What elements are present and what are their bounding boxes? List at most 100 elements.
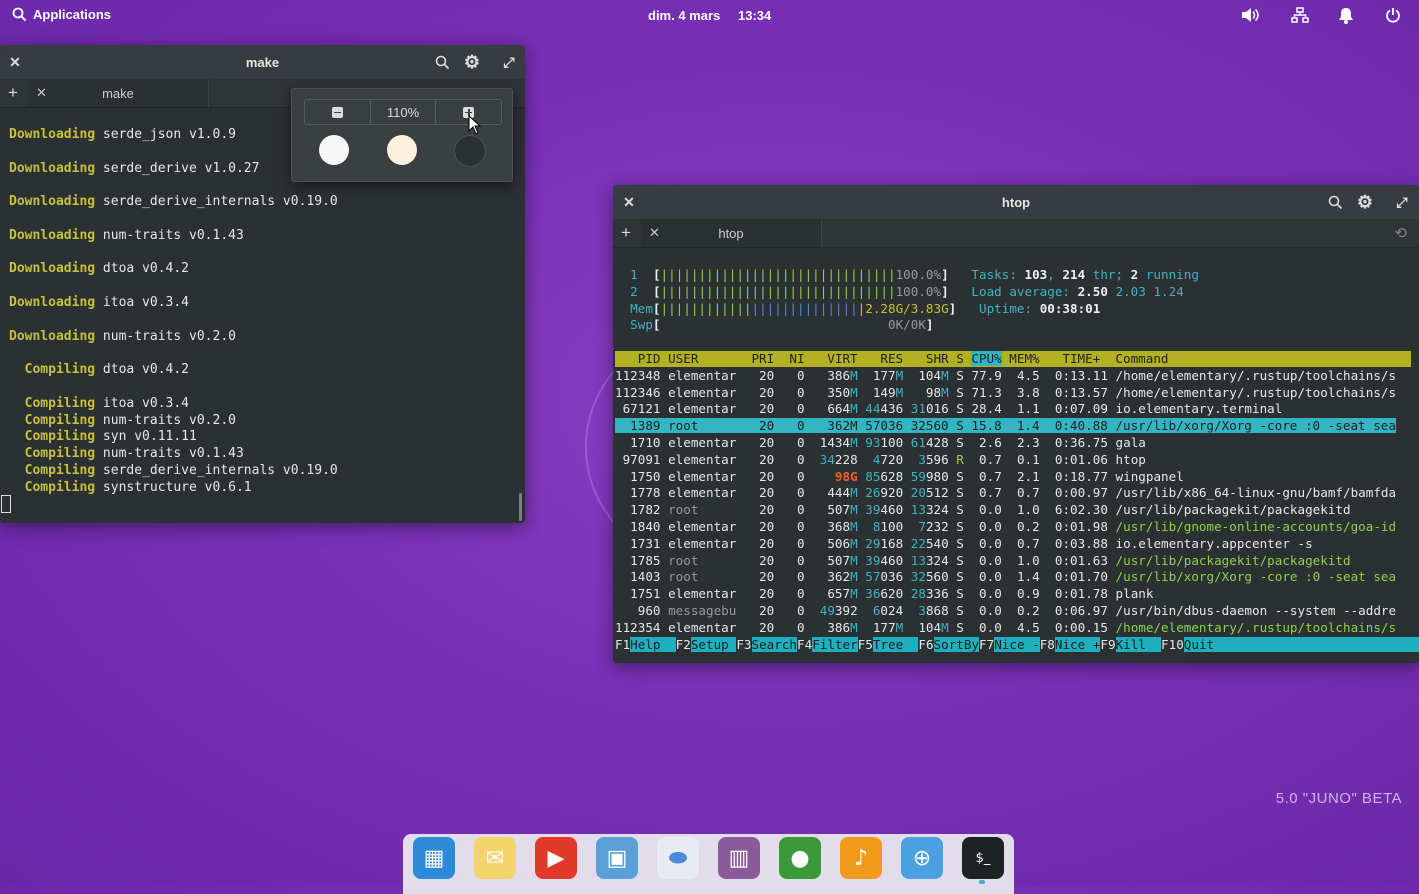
terminal-cursor	[1, 495, 11, 513]
cargo-crate-name: dtoa v0.4.2	[95, 261, 190, 277]
network-icon[interactable]	[1290, 6, 1310, 24]
tab-htop[interactable]: ✕ htop	[641, 219, 822, 247]
terminal-line: Downloading dtoa v0.4.2	[9, 261, 338, 278]
music-icon[interactable]: ♪	[840, 837, 882, 879]
cargo-status-keyword: Compiling	[9, 362, 96, 378]
terminal-line: Compiling num-traits v0.2.0	[9, 413, 338, 430]
make-titlebar: ✕ make ⚙ ⤢	[0, 45, 525, 79]
mouse-pointer-icon	[468, 115, 482, 135]
cargo-crate-name: itoa v0.3.4	[95, 294, 190, 310]
process-row: 1785 root 20 0 507M 39460 13324 S 0.0 1.…	[615, 552, 1351, 568]
process-row: 67121 elementar 20 0 664M 44436 31016 S …	[615, 401, 1283, 417]
cpu1-meter: 1 [|||||||||||||||||||||||||||||||100.0%…	[630, 267, 1199, 282]
photos-icon[interactable]: ▣	[596, 837, 638, 879]
cargo-status-keyword: Downloading	[9, 328, 96, 344]
cargo-status-keyword: Downloading	[9, 294, 96, 310]
terminal-line: Compiling num-traits v0.1.43	[9, 446, 338, 463]
terminal-output[interactable]: Downloading serde_json v1.0.9 Downloading…	[9, 127, 338, 497]
search-icon[interactable]	[1326, 193, 1344, 211]
process-row: 112346 elementar 20 0 350M 149M 98M S 71…	[615, 384, 1397, 400]
window-title: htop	[1001, 195, 1031, 210]
theme-sepia-swatch[interactable]	[387, 135, 417, 165]
new-tab-icon[interactable]: +	[621, 223, 631, 243]
terminal-line: Downloading serde_json v1.0.9	[9, 127, 338, 144]
web-browser-icon[interactable]: ●	[779, 837, 821, 879]
terminal-line: Compiling synstructure v0.6.1	[9, 480, 338, 497]
process-row: 960 messagebu 20 0 49392 6024 3868 S 0.0…	[615, 602, 1397, 618]
cargo-crate-name: serde_derive v1.0.27	[95, 160, 260, 176]
cargo-crate-name: num-traits v0.2.0	[95, 328, 236, 344]
process-row: 1778 elementar 20 0 444M 26920 20512 S 0…	[615, 485, 1397, 501]
maximize-icon[interactable]: ⤢	[1393, 193, 1411, 211]
videos-icon[interactable]: ▶	[535, 837, 577, 879]
appcenter-icon[interactable]: ▥	[718, 837, 760, 879]
htop-column-headers: PID USER PRI NI VIRT RES SHR S CPU% MEM%…	[615, 350, 1169, 366]
applications-menu[interactable]: Applications	[12, 7, 111, 22]
process-row: 1710 elementar 20 0 1434M 93100 61428 S …	[615, 434, 1146, 450]
htop-function-key-bar: F1Help F2Setup F3SearchF4FilterF5Tree F6…	[615, 636, 1419, 654]
installer-icon[interactable]: ⊕	[901, 837, 943, 879]
htop-titlebar: ✕ htop ⚙ ⤢	[613, 185, 1419, 219]
process-row: 1731 elementar 20 0 506M 29168 22540 S 0…	[615, 535, 1313, 551]
applications-label: Applications	[33, 7, 112, 22]
terminal-line: Compiling dtoa v0.4.2	[9, 362, 338, 379]
cargo-status-keyword: Compiling	[9, 446, 96, 462]
cargo-status-keyword: Downloading	[9, 127, 96, 142]
cargo-status-keyword: Downloading	[9, 194, 96, 210]
cargo-crate-name: serde_derive_internals v0.19.0	[95, 194, 338, 210]
mail-icon[interactable]: ✉	[474, 837, 516, 879]
search-icon[interactable]	[433, 53, 451, 71]
cargo-crate-name: syn v0.11.11	[95, 429, 197, 445]
zoom-default-button[interactable]: 110%	[369, 100, 437, 124]
gear-icon[interactable]: ⚙	[1356, 192, 1374, 212]
volume-icon[interactable]	[1240, 6, 1260, 24]
theme-light-swatch[interactable]	[319, 135, 349, 165]
terminal-line: Downloading itoa v0.3.4	[9, 295, 338, 312]
process-row: 97091 elementar 20 0 34228 4720 3596 R 0…	[615, 451, 1146, 467]
cargo-crate-name: num-traits v0.2.0	[95, 412, 236, 428]
scrollbar[interactable]	[519, 493, 522, 521]
multitasking-view-icon[interactable]: ▦	[413, 837, 455, 879]
cargo-crate-name: dtoa v0.4.2	[95, 362, 190, 378]
process-row: 1389 root 20 0 362M 57036 32560 S 15.8 1…	[615, 418, 1396, 434]
process-row: 112348 elementar 20 0 386M 177M 104M S 7…	[615, 367, 1397, 383]
system-settings-icon[interactable]: ⬬	[657, 837, 699, 879]
panel-date[interactable]: dim. 4 mars	[648, 8, 720, 23]
terminal-line: Downloading num-traits v0.2.0	[9, 329, 338, 346]
cargo-status-keyword: Compiling	[9, 479, 96, 495]
cargo-crate-name: serde_derive_internals v0.19.0	[95, 462, 338, 478]
notifications-icon[interactable]	[1336, 6, 1356, 24]
history-icon[interactable]: ⟲	[1394, 224, 1407, 242]
cargo-crate-name: num-traits v0.1.43	[95, 227, 244, 243]
tab-label: htop	[718, 226, 744, 241]
cargo-status-keyword: Compiling	[9, 462, 96, 478]
terminal-line: Downloading serde_derive_internals v0.19…	[9, 194, 338, 211]
process-row: 112354 elementar 20 0 386M 177M 104M S 0…	[615, 619, 1397, 635]
mem-meter: Mem[|||||||||||||||||||||||||||2.28G/3.8…	[630, 300, 1101, 316]
settings-popover: 110%	[291, 88, 513, 182]
tab-make[interactable]: ✕ make	[28, 79, 209, 107]
process-row: 1750 elementar 20 0 98G 85628 59980 S 0.…	[615, 468, 1184, 484]
gear-icon[interactable]: ⚙	[463, 52, 481, 72]
htop-output[interactable]: 1 [|||||||||||||||||||||||||||||||100.0%…	[615, 267, 1419, 653]
theme-dark-swatch[interactable]	[454, 135, 486, 167]
htop-tabbar: + ✕ htop ⟲	[613, 219, 1419, 248]
new-tab-icon[interactable]: +	[8, 83, 18, 103]
cargo-status-keyword: Downloading	[9, 261, 96, 277]
zoom-out-button[interactable]	[305, 100, 370, 124]
maximize-icon[interactable]: ⤢	[500, 53, 518, 71]
terminal-icon[interactable]: $_	[962, 837, 1004, 879]
process-row: 1751 elementar 20 0 657M 36620 28336 S 0…	[615, 586, 1154, 602]
power-icon[interactable]	[1383, 6, 1403, 24]
panel-time[interactable]: 13:34	[738, 8, 771, 23]
process-row: 1840 elementar 20 0 368M 8100 7232 S 0.0…	[615, 518, 1397, 534]
cargo-crate-name: num-traits v0.1.43	[95, 446, 244, 462]
